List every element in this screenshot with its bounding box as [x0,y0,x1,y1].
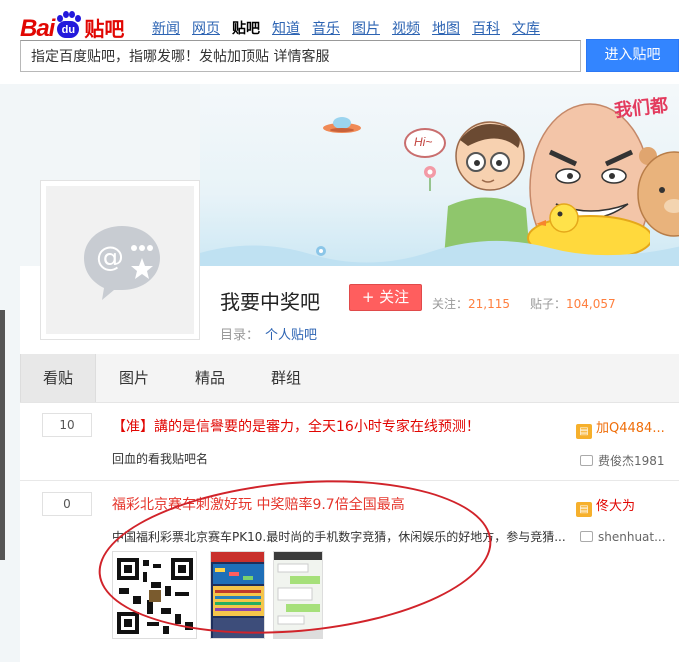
window-edge [0,310,5,560]
author-name: 加Q4484... [596,421,665,436]
post-count: 贴子：104,057 [530,295,616,312]
qr-code-icon [113,552,196,638]
follow-count-label: 关注： [432,297,469,311]
nav-wenku[interactable]: 文库 [512,18,540,38]
baidu-tieba-logo[interactable]: Bai du 贴吧 [20,8,124,42]
reply-count-badge: 10 [42,413,92,437]
nav-baike[interactable]: 百科 [472,18,500,38]
tab-groups[interactable]: 群组 [256,354,316,402]
reply-count-badge: 0 [42,492,92,516]
row-divider [20,480,679,481]
nav-tieba[interactable]: 贴吧 [232,18,260,38]
svg-text:@: @ [96,240,124,273]
nav-images[interactable]: 图片 [352,18,380,38]
thread-author[interactable]: ▤ 佟大为 [576,495,635,517]
search-input[interactable]: 指定百度贴吧，指哪发哪！发帖加顶贴 详情客服 [20,40,581,72]
thread-snippet: 回血的看我贴吧名 [112,452,209,466]
forum-tabs: 看贴 图片 精品 群组 [20,354,679,403]
logo-text-bai: Bai [20,15,55,42]
flower-icon [424,166,436,191]
logo-text-tieba: 贴吧 [84,17,125,41]
nav-web[interactable]: 网页 [192,18,220,38]
post-count-value: 104,057 [566,297,616,311]
reply-bubble-icon [580,455,593,466]
forum-catalog: 目录： 个人贴吧 [220,324,317,343]
ufo-icon [323,117,361,133]
thread-image-game-screenshot[interactable] [210,551,265,639]
chat-screenshot-icon [274,552,322,638]
hi-bubble-text: Hi~ [414,135,433,149]
tab-posts[interactable]: 看贴 [20,354,96,402]
top-nav: 新闻 网页 贴吧 知道 音乐 图片 视频 地图 百科 文库 [152,18,552,38]
thread-image-qr-code[interactable] [112,551,197,639]
thread-snippet: 中国福利彩票北京赛车PK10.最时尚的手机数字竞猜，休闲娱乐的好地方，参与竞猜.… [112,530,566,544]
author-level-icon: ▤ [576,502,592,517]
default-forum-avatar-icon: @ [84,226,160,300]
follow-count-value: 21,115 [468,297,511,311]
last-reply-user[interactable]: shenhuat... [580,530,666,544]
tab-featured[interactable]: 精品 [180,354,240,402]
reply-bubble-icon [580,531,593,542]
catalog-label: 目录： [220,328,260,343]
last-reply-name: 费俊杰1981 [598,454,665,468]
thread-title-link[interactable]: 福彩北京赛车刺激好玩 中奖赔率9.7倍全国最高 [112,494,405,514]
forum-avatar[interactable]: @ [40,180,200,340]
enter-tieba-button[interactable]: 进入贴吧 [586,39,679,72]
thread-title-link[interactable]: 【准】講的是信譽要的是審力，全天16小时专家在线预测！ [112,416,480,436]
nav-zhidao[interactable]: 知道 [272,18,300,38]
last-reply-name: shenhuat... [598,530,666,544]
author-name: 佟大为 [596,499,636,514]
nav-music[interactable]: 音乐 [312,18,340,38]
banner-wave [190,240,679,266]
tab-images[interactable]: 图片 [104,354,164,402]
top-bar: Bai du 贴吧 新闻 网页 贴吧 知道 音乐 图片 视频 地图 百科 文库 … [0,0,679,84]
game-screenshot-icon [211,552,264,638]
logo-text-du: du [57,21,80,38]
nav-map[interactable]: 地图 [432,18,460,38]
thread-author[interactable]: ▤ 加Q4484... [576,417,665,439]
catalog-link[interactable]: 个人贴吧 [265,328,317,343]
baidu-paw-icon: du [55,11,82,40]
follow-count: 关注：21,115 [432,295,510,312]
follow-button[interactable]: + 关注 [349,284,422,311]
forum-title: 我要中奖吧 [220,290,320,314]
author-level-icon: ▤ [576,424,592,439]
thread-image-chat-screenshot[interactable] [273,551,323,639]
post-count-label: 贴子： [530,297,567,311]
nav-news[interactable]: 新闻 [152,18,180,38]
nav-video[interactable]: 视频 [392,18,420,38]
last-reply-user[interactable]: 费俊杰1981 [580,452,665,469]
